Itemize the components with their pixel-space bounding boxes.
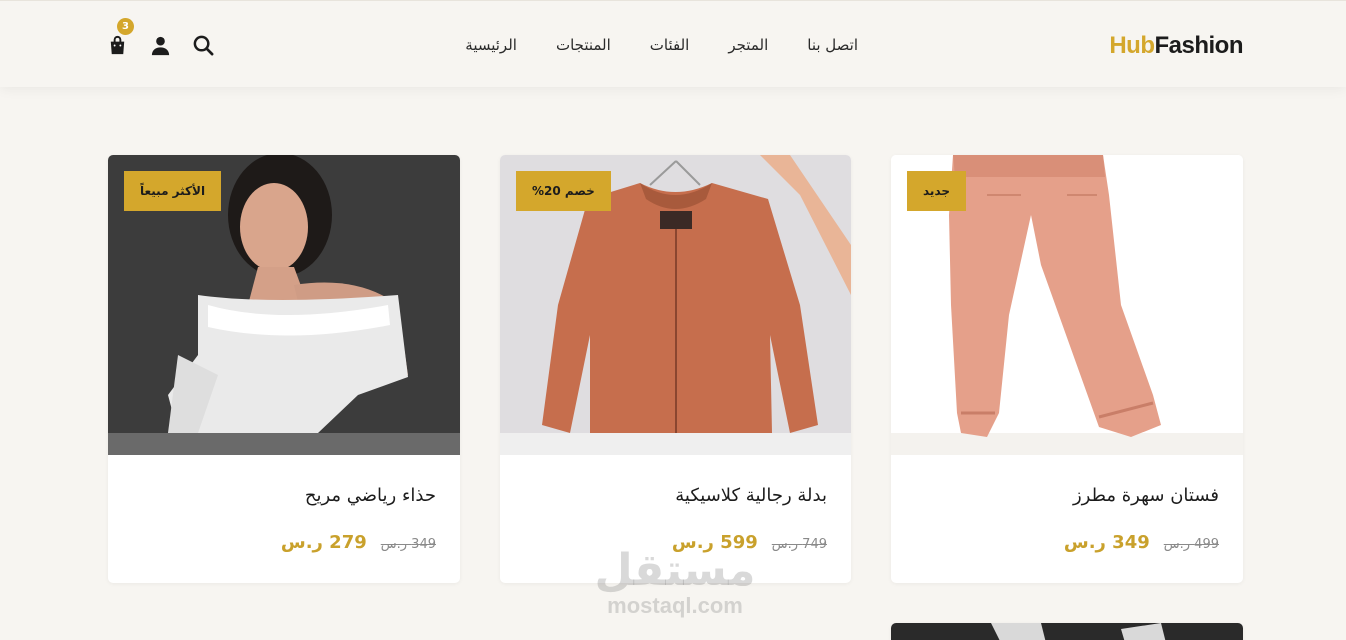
product-tag: خصم 20% [516, 171, 611, 211]
nav-store[interactable]: المتجر [728, 36, 768, 54]
watermark: مستقل mostaql.com [590, 548, 760, 628]
product-tag: الأكثر مبيعاً [124, 171, 222, 211]
product-title[interactable]: فستان سهرة مطرز [1073, 485, 1219, 506]
product-price: 349 ر.س [1063, 532, 1150, 553]
search-icon[interactable] [192, 34, 215, 57]
product-card[interactable]: الأكثر مبيعاً حذاء رياضي مريح 279 ر.س 34… [108, 155, 460, 583]
product-old-price: 499 ر.س [1163, 537, 1219, 552]
nav-categories[interactable]: الفئات [650, 36, 690, 54]
product-old-price: 349 ر.س [380, 537, 436, 552]
product-price-row: 279 ر.س 349 ر.س [281, 532, 436, 553]
product-price: 279 ر.س [280, 532, 367, 553]
nav-contact[interactable]: اتصل بنا [807, 36, 858, 54]
nav-home[interactable]: الرئيسية [465, 36, 517, 54]
product-price-row: 349 ر.س 499 ر.س [1064, 532, 1219, 553]
product-card[interactable]: جديد فستان سهرة مطرز 349 ر.س 499 ر.س [891, 155, 1243, 583]
nav-products[interactable]: المنتجات [556, 36, 611, 54]
cart-count-badge: 3 [117, 18, 134, 35]
product-title[interactable]: حذاء رياضي مريح [305, 485, 436, 506]
watermark-arabic: مستقل [594, 545, 756, 596]
header-actions: 3 [106, 18, 215, 57]
shopping-bag-icon[interactable]: 3 [106, 18, 134, 57]
site-logo[interactable]: HubFashion [1109, 32, 1243, 60]
logo-fashion-text: Fashion [1154, 32, 1243, 59]
logo-hub-text: Hub [1109, 32, 1155, 59]
watermark-latin: mostaql.com [607, 593, 743, 618]
main-nav: الرئيسية المنتجات الفئات المتجر اتصل بنا [465, 36, 858, 54]
product-title[interactable]: بدلة رجالية كلاسيكية [675, 485, 827, 506]
product-image-next [891, 623, 1243, 640]
user-icon[interactable] [149, 34, 172, 57]
product-old-price: 749 ر.س [771, 537, 827, 552]
site-header: HubFashion الرئيسية المنتجات الفئات المت… [0, 0, 1346, 87]
product-card[interactable]: خصم 20% بدلة رجالية كلاسيكية 599 ر.س 749… [500, 155, 851, 583]
product-tag: جديد [907, 171, 967, 211]
product-card-next-row[interactable] [891, 623, 1243, 640]
